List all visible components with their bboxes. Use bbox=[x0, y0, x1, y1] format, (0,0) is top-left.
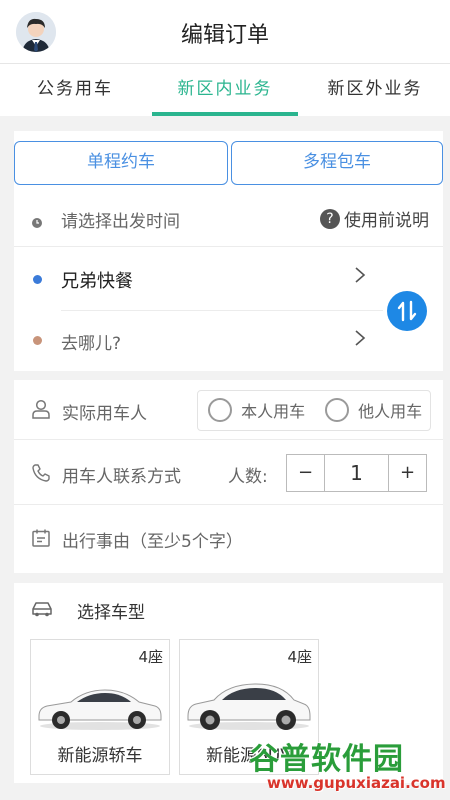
car-seats-label: 4座 bbox=[138, 648, 163, 666]
watermark-title: 谷普软件园 bbox=[249, 742, 404, 777]
car-seats-label: 4座 bbox=[287, 648, 312, 666]
other-use-option[interactable]: 他人用车 bbox=[325, 398, 422, 422]
increase-count-button[interactable]: + bbox=[388, 455, 426, 491]
passenger-count-label: 人数: bbox=[228, 467, 268, 487]
trip-reason-placeholder: 出行事由（至少5个字） bbox=[62, 532, 243, 552]
decrease-count-button[interactable]: − bbox=[287, 455, 325, 491]
trip-card: 单程约车 多程包车 请选择出发时间 ? 使用前说明 兄弟快餐 去哪儿? bbox=[14, 131, 443, 371]
self-use-radio[interactable] bbox=[208, 398, 232, 422]
header-bar: 编辑订单 bbox=[0, 0, 450, 64]
page-title: 编辑订单 bbox=[180, 23, 269, 48]
watermark-url: www.gupuxiazai.com bbox=[267, 774, 446, 792]
car-option-sedan[interactable]: 4座 新能源轿车 bbox=[30, 639, 170, 775]
multi-trip-button[interactable]: 多程包车 bbox=[231, 141, 443, 185]
single-trip-button[interactable]: 单程约车 bbox=[14, 141, 228, 185]
actual-user-label: 实际用车人 bbox=[62, 404, 147, 424]
tab-bar: 公务用车 新区内业务 新区外业务 bbox=[0, 64, 450, 116]
swap-arrows-icon bbox=[397, 300, 417, 326]
self-use-label: 本人用车 bbox=[241, 402, 306, 421]
passenger-count-stepper: − 1 + bbox=[286, 454, 427, 492]
car-icon bbox=[30, 600, 54, 622]
car-name-label: 新能源轿车 bbox=[57, 746, 143, 766]
origin-row[interactable]: 兄弟快餐 bbox=[14, 248, 443, 310]
clock-icon bbox=[31, 214, 43, 233]
question-circle-icon: ? bbox=[320, 208, 340, 229]
passenger-count-value[interactable]: 1 bbox=[325, 455, 388, 491]
person-icon bbox=[31, 399, 51, 423]
departure-time-placeholder: 请选择出发时间 bbox=[61, 212, 180, 232]
other-use-label: 他人用车 bbox=[358, 402, 423, 421]
origin-text: 兄弟快餐 bbox=[61, 271, 133, 292]
departure-time-row[interactable]: 请选择出发时间 ? 使用前说明 bbox=[14, 193, 443, 247]
help-button[interactable]: ? 使用前说明 bbox=[320, 206, 429, 231]
tab-official-car[interactable]: 公务用车 bbox=[0, 64, 150, 116]
destination-placeholder: 去哪儿? bbox=[61, 334, 122, 354]
calendar-icon bbox=[31, 528, 51, 552]
tab-in-district[interactable]: 新区内业务 bbox=[150, 64, 300, 116]
passenger-card: 实际用车人 本人用车 他人用车 用车人联系方式 人数: − 1 + 出行事由（至… bbox=[14, 380, 443, 573]
origin-dot-icon bbox=[33, 275, 42, 284]
phone-icon bbox=[31, 463, 51, 487]
vehicle-section-label: 选择车型 bbox=[77, 603, 145, 623]
destination-dot-icon bbox=[33, 336, 42, 345]
destination-row[interactable]: 去哪儿? bbox=[14, 311, 443, 371]
origin-chevron-right-icon bbox=[354, 266, 366, 289]
user-type-group: 本人用车 他人用车 bbox=[197, 390, 431, 431]
destination-chevron-right-icon bbox=[354, 329, 366, 352]
other-use-radio[interactable] bbox=[325, 398, 349, 422]
swap-locations-button[interactable] bbox=[387, 291, 427, 331]
help-label: 使用前说明 bbox=[344, 211, 429, 231]
self-use-option[interactable]: 本人用车 bbox=[208, 398, 305, 422]
suv-car-icon bbox=[184, 674, 314, 736]
contact-placeholder[interactable]: 用车人联系方式 bbox=[62, 462, 181, 487]
tab-out-district[interactable]: 新区外业务 bbox=[300, 64, 450, 116]
watermark-logo: 谷普软件园 www.gupuxiazai.com bbox=[245, 732, 450, 800]
actual-user-row: 实际用车人 本人用车 他人用车 bbox=[14, 380, 443, 440]
trip-reason-row[interactable]: 出行事由（至少5个字） bbox=[14, 506, 443, 573]
sedan-car-icon bbox=[35, 678, 165, 736]
